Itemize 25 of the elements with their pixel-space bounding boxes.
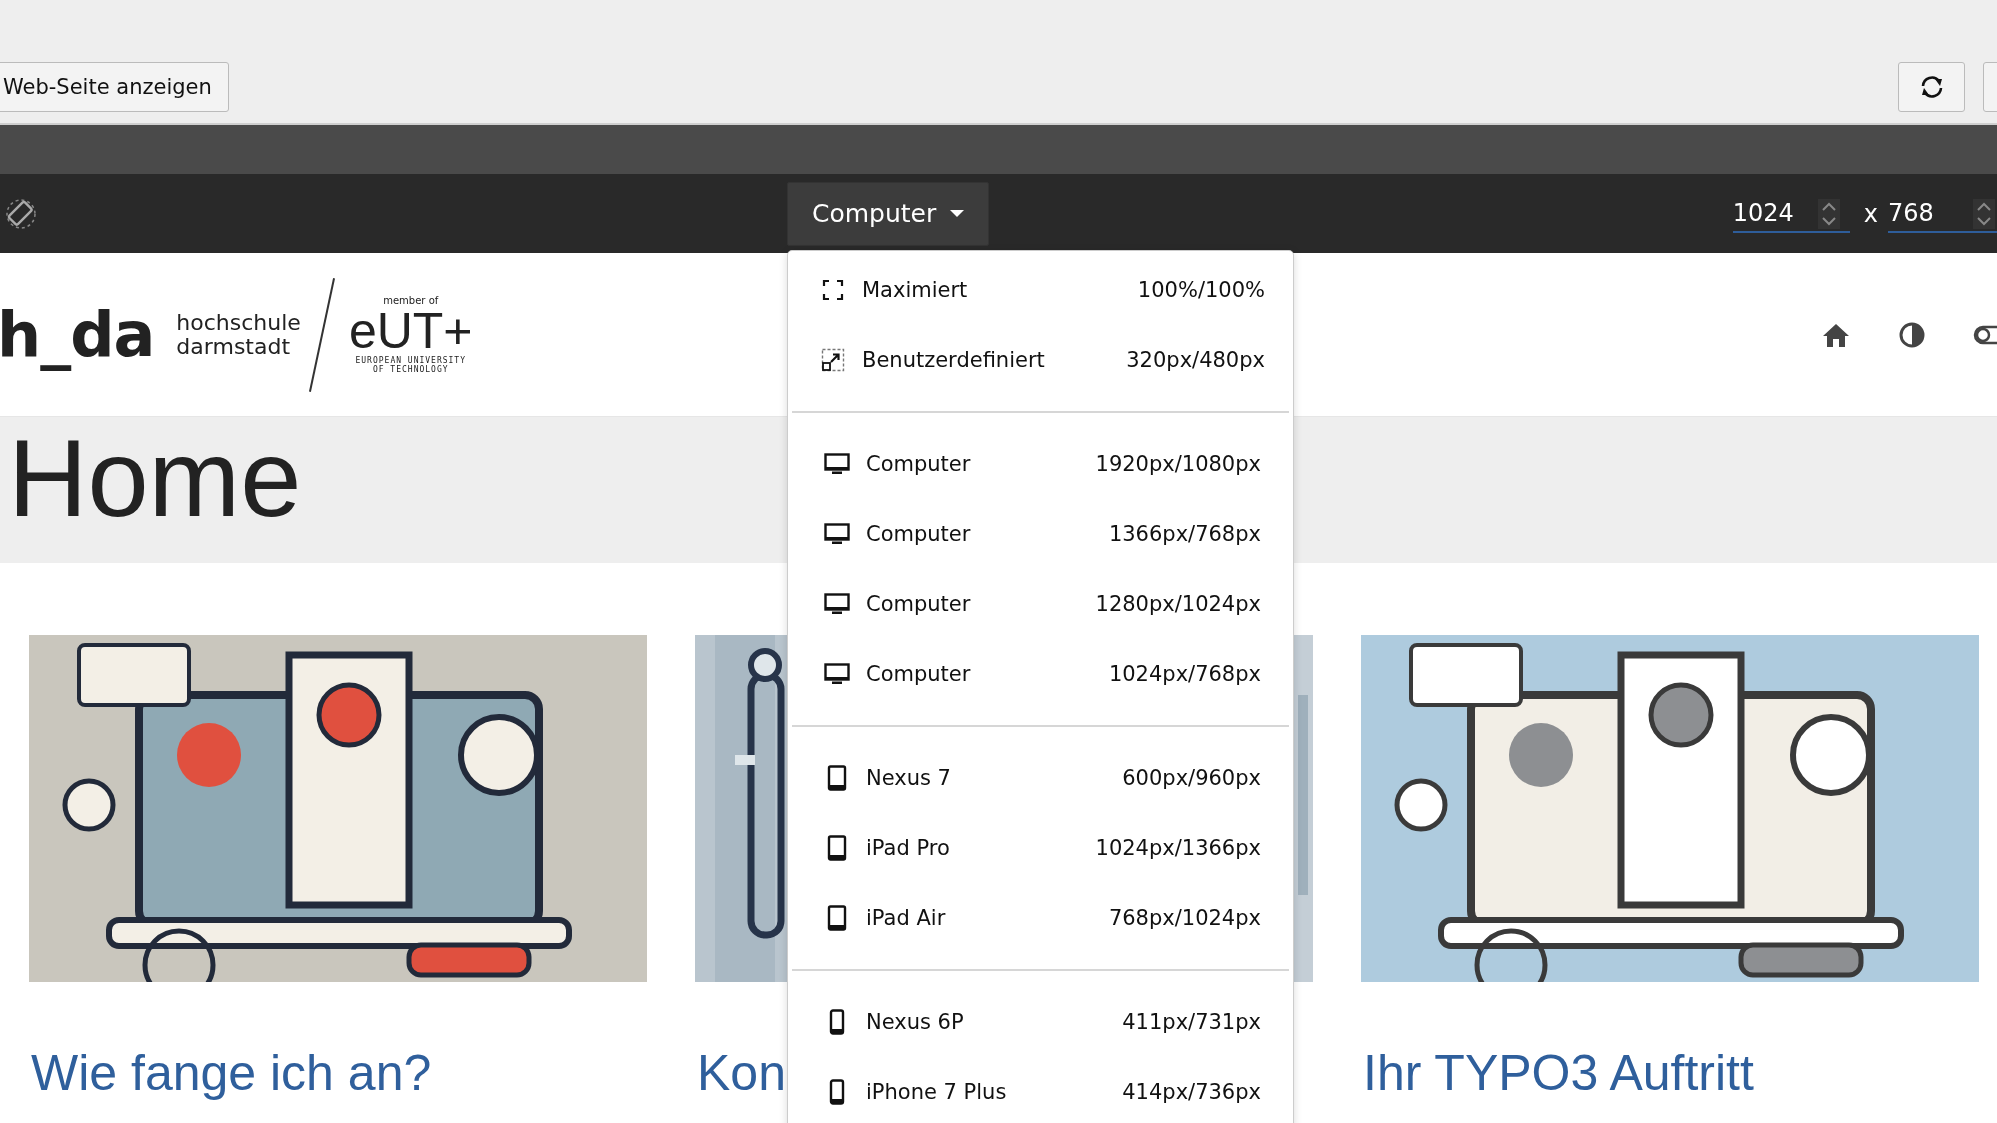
member-label: member of [383,295,439,306]
logo-mark: h_da [0,298,155,371]
card-title[interactable]: Ihr TYPO3 Auftritt [1363,1044,1979,1102]
width-input[interactable]: 1024 [1732,194,1850,233]
device-option[interactable]: Computer 1280px/1024px [792,569,1289,639]
device-option[interactable]: Computer 1920px/1080px [792,429,1289,499]
device-option[interactable]: Computer 1366px/768px [792,499,1289,569]
page-title: Home [8,417,302,533]
device-option[interactable]: iPad Air 768px/1024px [792,883,1289,953]
logo-name: hochschule [176,310,301,335]
device-option[interactable]: iPad Pro 1024px/1366px [792,813,1289,883]
partner-name: OF TECHNOLOGY [372,365,449,374]
device-dropdown[interactable]: Computer [787,181,990,246]
dimension-separator: x [1863,199,1878,228]
logo-name: darmstadt [176,334,292,359]
device-option[interactable]: Nexus 7 600px/960px [792,743,1289,813]
partner-logo: eUT+ [348,306,473,356]
device-option[interactable]: Computer 1024px/768px [792,639,1289,709]
device-option[interactable]: Nexus 6P 411px/731px [792,987,1289,1057]
view-webpage-button[interactable]: Web-Seite anzeigen [0,62,229,112]
device-option[interactable]: iPhone 7 Plus 414px/736px [792,1057,1289,1123]
device-option[interactable]: Maximiert 100%/100% [788,255,1293,325]
partner-name: EUROPEAN UNIVERSITY [355,356,466,365]
card-title[interactable]: Wie fange ich an? [31,1044,647,1102]
device-option[interactable]: Benutzerdefiniert 320px/480px [788,325,1293,395]
